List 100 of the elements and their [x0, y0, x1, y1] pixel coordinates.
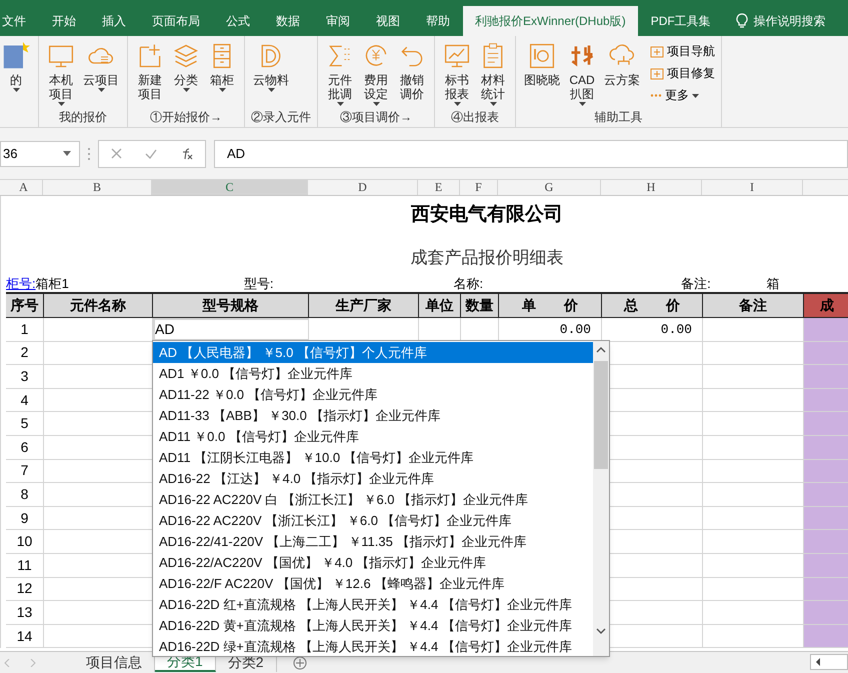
cost-cell — [804, 388, 848, 412]
ribbon-tab[interactable]: 审阅 — [313, 6, 363, 36]
table-cell-text: 0.00 — [660, 320, 692, 339]
column-header[interactable]: G — [498, 180, 601, 195]
ribbon-button[interactable]: 云项目 — [81, 42, 121, 109]
row-number: 11 — [17, 556, 32, 575]
ribbon-tab[interactable]: 利驰报价ExWinner(DHub版) — [463, 6, 638, 36]
row-number: 10 — [16, 532, 32, 552]
cost-cell — [804, 436, 848, 459]
cabinet-link[interactable]: 柜号: — [6, 274, 36, 294]
sheet-subtitle: 成套产品报价明细表 — [410, 246, 564, 270]
ribbon-tab[interactable]: PDF工具集 — [638, 6, 724, 36]
column-header[interactable]: F — [460, 180, 498, 195]
column-heading: 数量 — [461, 294, 499, 317]
row-number: 7 — [20, 461, 28, 480]
cost-cell — [804, 318, 848, 341]
column-heading: 单位 — [419, 294, 461, 317]
cost-cell — [804, 460, 848, 482]
ribbon-tab[interactable]: 开始 — [39, 6, 89, 36]
name-box[interactable]: 36 — [0, 140, 80, 166]
scroll-left-icon[interactable] — [815, 658, 821, 666]
scrollbar[interactable] — [593, 341, 609, 656]
ribbon-button[interactable]: 的 — [0, 42, 32, 109]
column-heading: 序号 — [6, 294, 44, 317]
ribbon-tab[interactable]: 视图 — [363, 6, 413, 36]
scroll-up-icon[interactable] — [596, 347, 606, 353]
suggestion-item[interactable]: AD16-22D 红+直流规格 【上海人民开关】 ￥4.4 【信号灯】企业元件库 — [153, 594, 593, 615]
suggestion-item[interactable]: AD16-22 【江达】 ￥4.0 【指示灯】企业元件库 — [153, 468, 593, 489]
suggestion-item[interactable]: AD16-22 AC220V 【浙江长江】 ￥6.0 【信号灯】企业元件库 — [153, 510, 593, 531]
check-icon[interactable] — [144, 148, 156, 158]
column-heading: 元件名称 — [44, 294, 153, 317]
cut-label: 箱 — [766, 274, 780, 293]
sheet-title: 西安电气有限公司 — [411, 202, 563, 227]
row-number: 3 — [20, 366, 28, 386]
suggestion-item[interactable]: AD11-22 ￥0.0 【信号灯】企业元件库 — [153, 384, 593, 405]
ribbon-button[interactable]: 云物料 — [251, 42, 291, 109]
column-heading: 备注 — [703, 294, 804, 317]
suggestion-item[interactable]: AD1 ￥0.0 【信号灯】企业元件库 — [153, 363, 593, 384]
note-label: 备注: — [681, 274, 711, 293]
name-label: 名称: — [453, 274, 484, 293]
ribbon-button[interactable]: 元件批调 — [324, 42, 356, 109]
ribbon-button[interactable]: 撤销调价 — [396, 42, 428, 109]
column-header[interactable]: D — [308, 180, 418, 195]
ribbon-button[interactable]: 云方案 — [602, 42, 642, 109]
ribbon-tab[interactable]: 数据 — [263, 6, 313, 36]
ribbon-button[interactable]: 更多 — [650, 86, 715, 104]
column-heading: 成 — [804, 294, 848, 317]
cost-cell — [804, 601, 848, 624]
ribbon-button[interactable]: CAD扒图 — [566, 42, 598, 109]
suggestion-item[interactable]: AD11 ￥0.0 【信号灯】企业元件库 — [153, 426, 593, 447]
scroll-thumb[interactable] — [594, 361, 608, 469]
ribbon-tab[interactable]: 公式 — [213, 6, 263, 36]
column-header[interactable]: A — [5, 180, 43, 195]
ribbon-tab[interactable]: 文件 — [0, 6, 39, 36]
suggestion-item[interactable]: AD16-22/41-220V 【上海二工】 ￥11.35 【指示灯】企业元件库 — [153, 531, 593, 552]
suggestion-item[interactable]: AD16-22 AC220V 白 【浙江长江】 ￥6.0 【指示灯】企业元件库 — [153, 489, 593, 510]
column-header[interactable]: C — [152, 180, 308, 195]
row-number: 2 — [20, 343, 28, 362]
suggestion-item[interactable]: AD11 【江阴长江电器】 ￥10.0 【信号灯】企业元件库 — [153, 447, 593, 468]
horizontal-scrollbar[interactable] — [810, 654, 848, 670]
ribbon-button[interactable]: 箱柜 — [206, 42, 238, 109]
ribbon-tab[interactable]: 插入 — [89, 6, 139, 36]
ribbon-button[interactable]: 分类 — [170, 42, 202, 109]
cost-cell — [804, 483, 848, 506]
document-icon — [2, 42, 30, 70]
column-heading: 总 价 — [602, 294, 703, 317]
cost-cell — [804, 554, 848, 577]
caret-icon — [63, 151, 71, 156]
ribbon-button[interactable]: 本机项目 — [45, 42, 77, 109]
ribbon-tab[interactable]: 帮助 — [413, 6, 463, 36]
cost-cell — [804, 530, 848, 553]
suggestion-item[interactable]: AD16-22/AC220V 【国优】 ￥4.0 【指示灯】企业元件库 — [153, 552, 593, 573]
column-header[interactable]: H — [601, 180, 702, 195]
ribbon-button[interactable]: 项目修复 — [650, 64, 715, 82]
ribbon-button[interactable]: 费用设定 — [360, 42, 392, 109]
row-number: 5 — [20, 414, 28, 434]
cost-cell — [804, 412, 848, 435]
suggestion-item[interactable]: AD11-33 【ABB】 ￥30.0 【指示灯】企业元件库 — [153, 405, 593, 426]
ribbon-button[interactable]: 标书报表 — [441, 42, 473, 109]
row-number: 6 — [20, 438, 28, 457]
scroll-down-icon[interactable] — [596, 628, 606, 634]
group-label: ④出报表 — [451, 110, 499, 124]
ribbon-tab[interactable]: 页面布局 — [139, 6, 213, 36]
ribbon-button[interactable]: 新建项目 — [134, 42, 166, 109]
layers-icon — [172, 42, 200, 70]
ribbon-button[interactable]: 项目导航 — [650, 42, 715, 60]
cost-cell — [804, 624, 848, 648]
column-header[interactable]: E — [418, 180, 460, 195]
ribbon-button[interactable]: 图晓晓 — [522, 42, 562, 109]
search-field[interactable]: 操作说明搜索 — [754, 12, 826, 30]
column-header[interactable]: I — [702, 180, 803, 195]
formula-field[interactable]: AD — [214, 140, 848, 168]
photo-icon — [528, 42, 556, 70]
suggestion-item[interactable]: AD 【人民电器】 ￥5.0 【信号灯】个人元件库 — [153, 342, 593, 363]
suggestion-item[interactable]: AD16-22/F AC220V 【国优】 ￥12.6 【蜂鸣器】企业元件库 — [153, 573, 593, 594]
table-cell-text: 0.00 — [560, 320, 591, 339]
group-label: ①开始报价→ — [150, 110, 222, 124]
ribbon-button[interactable]: 材料统计 — [477, 42, 509, 109]
suggestion-item[interactable]: AD16-22D 黄+直流规格 【上海人民开关】 ￥4.4 【信号灯】企业元件库 — [153, 615, 593, 636]
add-sheet-icon[interactable] — [292, 656, 307, 670]
